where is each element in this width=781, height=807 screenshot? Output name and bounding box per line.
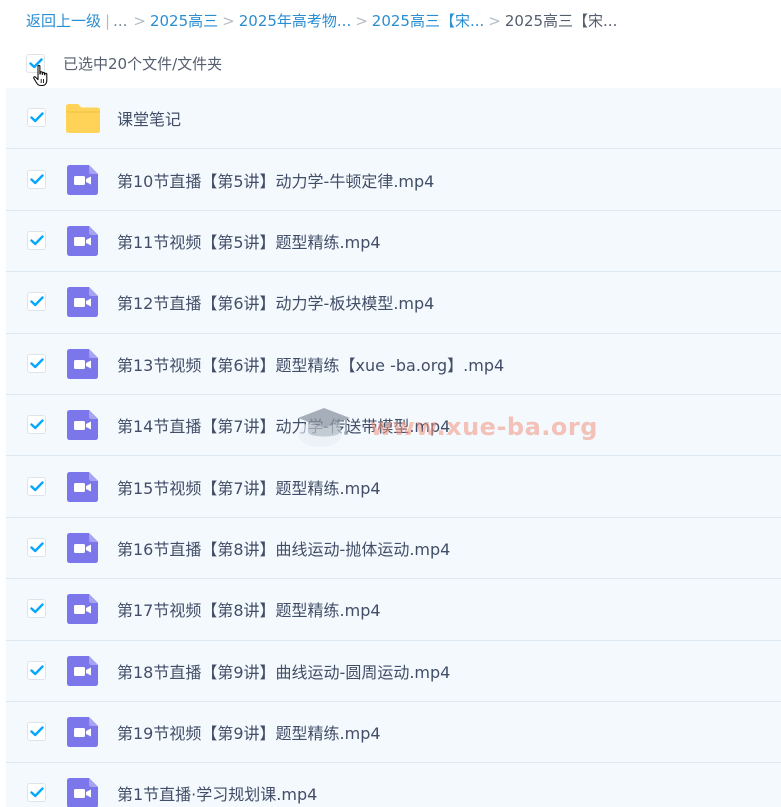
file-name[interactable]: 第19节视频【第9讲】题型精练.mp4: [117, 720, 381, 744]
breadcrumb-separator: >: [488, 12, 501, 30]
breadcrumb-current: 2025高三【宋...: [504, 12, 618, 30]
file-row[interactable]: 第13节视频【第6讲】题型精练【xue -ba.org】.mp4: [6, 334, 781, 395]
video-file-icon: [67, 164, 98, 195]
breadcrumb-item[interactable]: 2025高三: [150, 9, 218, 33]
row-checkbox[interactable]: [27, 783, 46, 803]
row-checkbox[interactable]: [27, 722, 46, 742]
breadcrumb: 返回上一级 | ... > 2025高三 > 2025年高考物... > 202…: [26, 9, 617, 33]
file-name[interactable]: 第13节视频【第6讲】题型精练【xue -ba.org】.mp4: [117, 352, 504, 376]
checkmark-icon: [29, 480, 44, 491]
file-row[interactable]: 第1节直播·学习规划课.mp4: [6, 763, 781, 807]
row-checkbox[interactable]: [27, 353, 46, 373]
file-row[interactable]: 第12节直播【第6讲】动力学-板块模型.mp4: [6, 272, 781, 334]
file-name[interactable]: 第10节直播【第5讲】动力学-牛顿定律.mp4: [117, 168, 434, 192]
file-row[interactable]: 第11节视频【第5讲】题型精练.mp4: [6, 211, 781, 273]
row-checkbox[interactable]: [27, 292, 46, 312]
folder-icon: [66, 104, 100, 134]
file-name[interactable]: 课堂笔记: [117, 106, 181, 130]
video-file-icon: [67, 532, 98, 563]
row-checkbox[interactable]: [27, 476, 46, 496]
video-file-icon: [67, 717, 98, 748]
row-checkbox[interactable]: [27, 599, 46, 619]
video-file-icon: [67, 655, 98, 686]
file-row[interactable]: 第17节视频【第8讲】题型精练.mp4: [6, 579, 781, 641]
file-name[interactable]: 第16节直播【第8讲】曲线运动-抛体运动.mp4: [117, 536, 450, 560]
file-row[interactable]: 第14节直播【第7讲】动力学-传送带模型.mp4: [6, 395, 781, 457]
video-file-icon: [67, 594, 98, 625]
breadcrumb-separator: >: [222, 12, 235, 30]
breadcrumb-separator: >: [355, 12, 368, 30]
file-name[interactable]: 第11节视频【第5讲】题型精练.mp4: [117, 229, 381, 253]
file-name[interactable]: 第14节直播【第7讲】动力学-传送带模型.mp4: [117, 413, 450, 437]
checkmark-icon: [29, 665, 44, 675]
row-checkbox[interactable]: [27, 169, 46, 189]
checkmark-icon: [29, 112, 44, 123]
row-checkbox[interactable]: [27, 415, 46, 435]
selection-count: 已选中20个文件/文件夹: [63, 54, 223, 73]
file-name[interactable]: 第18节直播【第9讲】曲线运动-圆周运动.mp4: [117, 659, 450, 683]
checkmark-icon: [29, 173, 44, 184]
selection-bar: 已选中20个文件/文件夹: [26, 50, 222, 76]
file-list: 课堂笔记第10节直播【第5讲】动力学-牛顿定律.mp4 第11节视频【第5讲】题型…: [6, 88, 781, 807]
row-checkbox[interactable]: [27, 108, 46, 128]
file-name[interactable]: 第12节直播【第6讲】动力学-板块模型.mp4: [117, 290, 434, 314]
checkmark-icon: [29, 787, 44, 798]
checkmark-icon: [29, 419, 44, 430]
video-file-icon: [67, 778, 98, 807]
checkmark-icon: [29, 358, 44, 368]
video-file-icon: [67, 348, 98, 379]
row-checkbox[interactable]: [27, 230, 46, 250]
video-file-icon: [67, 287, 98, 318]
row-checkbox[interactable]: [27, 660, 46, 680]
checkmark-icon: [29, 542, 44, 553]
file-row[interactable]: 第15节视频【第7讲】题型精练.mp4: [6, 456, 781, 518]
checkmark-icon: [29, 603, 44, 614]
file-row[interactable]: 第18节直播【第9讲】曲线运动-圆周运动.mp4: [6, 641, 781, 702]
checkmark-icon: [29, 296, 44, 307]
file-row[interactable]: 第19节视频【第9讲】题型精练.mp4: [6, 702, 781, 764]
file-name[interactable]: 第1节直播·学习规划课.mp4: [117, 781, 317, 805]
row-checkbox[interactable]: [27, 537, 46, 557]
folder-row[interactable]: 课堂笔记: [6, 88, 781, 150]
file-row[interactable]: 第10节直播【第5讲】动力学-牛顿定律.mp4: [6, 149, 781, 211]
hand-cursor-icon: [33, 64, 48, 87]
breadcrumb-item[interactable]: 2025高三【宋...: [372, 9, 484, 33]
video-file-icon: [67, 225, 98, 256]
video-file-icon: [67, 410, 98, 441]
breadcrumb-divider: |: [105, 12, 111, 30]
checkmark-icon: [29, 235, 44, 246]
breadcrumb-ellipsis[interactable]: ...: [113, 9, 127, 33]
breadcrumb-separator: >: [133, 12, 146, 30]
video-file-icon: [67, 471, 98, 502]
checkmark-icon: [29, 726, 44, 737]
back-link[interactable]: 返回上一级: [26, 9, 101, 33]
file-row[interactable]: 第16节直播【第8讲】曲线运动-抛体运动.mp4: [6, 518, 781, 580]
file-name[interactable]: 第17节视频【第8讲】题型精练.mp4: [117, 597, 381, 621]
file-name[interactable]: 第15节视频【第7讲】题型精练.mp4: [117, 475, 381, 499]
breadcrumb-item[interactable]: 2025年高考物...: [239, 9, 351, 33]
